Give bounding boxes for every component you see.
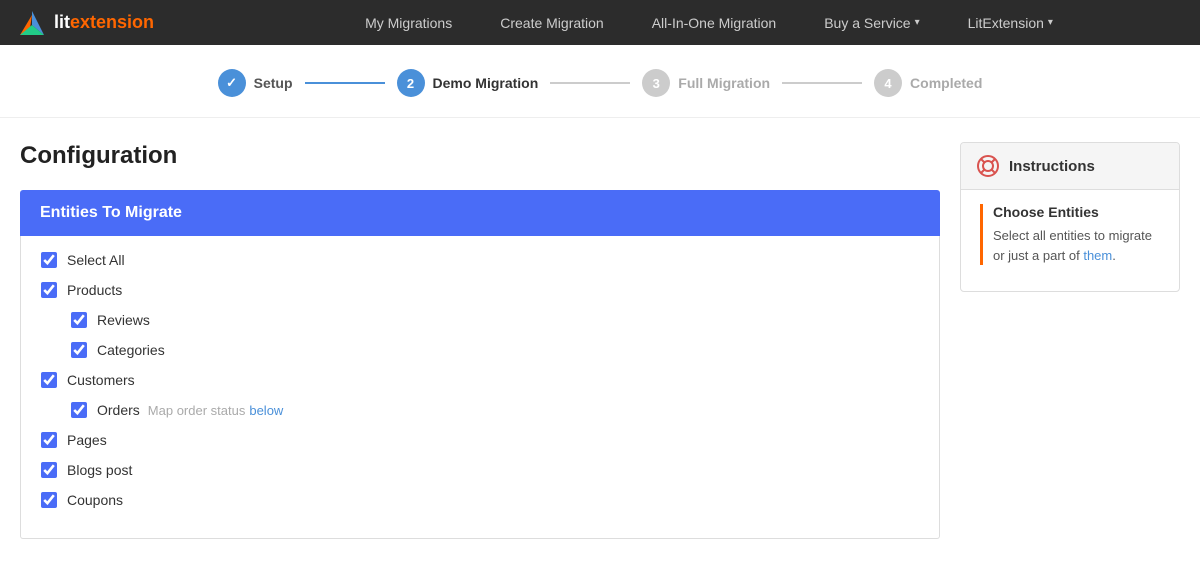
checkbox-select-all[interactable] bbox=[41, 252, 57, 268]
step-full-circle: 3 bbox=[642, 69, 670, 97]
label-categories[interactable]: Categories bbox=[97, 342, 165, 358]
label-coupons[interactable]: Coupons bbox=[67, 492, 123, 508]
checkbox-categories-row: Categories bbox=[41, 342, 919, 358]
label-customers[interactable]: Customers bbox=[67, 372, 135, 388]
checkbox-reviews-row: Reviews bbox=[41, 312, 919, 328]
right-panel: Instructions Choose Entities Select all … bbox=[960, 142, 1180, 539]
nav-create-migration[interactable]: Create Migration bbox=[476, 0, 628, 45]
step-setup-label: Setup bbox=[254, 75, 293, 91]
instructions-body: Choose Entities Select all entities to m… bbox=[961, 190, 1179, 291]
step-setup: ✓ Setup bbox=[218, 69, 293, 97]
logo-ext: extension bbox=[70, 12, 154, 33]
section-body-text2: . bbox=[1112, 248, 1116, 263]
entities-body: Select All Products Reviews Categories C… bbox=[20, 236, 940, 539]
label-pages[interactable]: Pages bbox=[67, 432, 107, 448]
step-line-2 bbox=[550, 82, 630, 84]
map-order-link[interactable]: below bbox=[249, 403, 283, 418]
checkbox-select-all-row: Select All bbox=[41, 252, 919, 268]
step-demo-circle: 2 bbox=[397, 69, 425, 97]
lifesaver-icon bbox=[977, 155, 999, 177]
checkbox-orders-row: Orders Map order status below bbox=[41, 402, 919, 418]
instructions-header: Instructions bbox=[961, 143, 1179, 190]
label-reviews[interactable]: Reviews bbox=[97, 312, 150, 328]
step-line-1 bbox=[305, 82, 385, 84]
step-full: 3 Full Migration bbox=[642, 69, 770, 97]
step-line-3 bbox=[782, 82, 862, 84]
instructions-section-title: Choose Entities bbox=[993, 204, 1163, 220]
step-full-label: Full Migration bbox=[678, 75, 770, 91]
section-body-text1: Select all entities to migrate or just a… bbox=[993, 228, 1152, 263]
steps-bar: ✓ Setup 2 Demo Migration 3 Full Migratio… bbox=[0, 45, 1200, 118]
entities-header: Entities To Migrate bbox=[20, 190, 940, 236]
navbar: litextension My Migrations Create Migrat… bbox=[0, 0, 1200, 45]
main-content: Configuration Entities To Migrate Select… bbox=[0, 118, 1200, 539]
checkbox-pages-row: Pages bbox=[41, 432, 919, 448]
logo-lit: lit bbox=[54, 12, 70, 33]
step-completed-circle: 4 bbox=[874, 69, 902, 97]
page-title: Configuration bbox=[20, 142, 940, 170]
nav-litextension[interactable]: LitExtension▾ bbox=[944, 0, 1077, 45]
label-blogs[interactable]: Blogs post bbox=[67, 462, 132, 478]
step-demo: 2 Demo Migration bbox=[397, 69, 539, 97]
checkbox-categories[interactable] bbox=[71, 342, 87, 358]
instructions-box: Instructions Choose Entities Select all … bbox=[960, 142, 1180, 292]
checkbox-products[interactable] bbox=[41, 282, 57, 298]
checkbox-coupons[interactable] bbox=[41, 492, 57, 508]
nav-buy-service[interactable]: Buy a Service▾ bbox=[800, 0, 943, 45]
checkbox-coupons-row: Coupons bbox=[41, 492, 919, 508]
section-body-link[interactable]: them bbox=[1083, 248, 1112, 263]
checkbox-customers[interactable] bbox=[41, 372, 57, 388]
checkbox-pages[interactable] bbox=[41, 432, 57, 448]
step-demo-label: Demo Migration bbox=[433, 75, 539, 91]
checkbox-customers-row: Customers bbox=[41, 372, 919, 388]
checkbox-blogs[interactable] bbox=[41, 462, 57, 478]
label-select-all[interactable]: Select All bbox=[67, 252, 125, 268]
litextension-caret: ▾ bbox=[1048, 17, 1053, 28]
nav-all-in-one[interactable]: All-In-One Migration bbox=[628, 0, 801, 45]
nav-my-migrations[interactable]: My Migrations bbox=[341, 0, 476, 45]
nav-links: My Migrations Create Migration All-In-On… bbox=[234, 0, 1184, 45]
instructions-section-body: Select all entities to migrate or just a… bbox=[993, 226, 1163, 265]
instructions-section: Choose Entities Select all entities to m… bbox=[980, 204, 1163, 265]
instructions-title: Instructions bbox=[1009, 158, 1095, 175]
checkbox-products-row: Products bbox=[41, 282, 919, 298]
checkbox-orders[interactable] bbox=[71, 402, 87, 418]
step-setup-circle: ✓ bbox=[218, 69, 246, 97]
map-order-text: Map order status bbox=[148, 403, 246, 418]
label-products[interactable]: Products bbox=[67, 282, 122, 298]
step-completed-label: Completed bbox=[910, 75, 982, 91]
left-panel: Configuration Entities To Migrate Select… bbox=[20, 142, 940, 539]
label-orders[interactable]: Orders bbox=[97, 402, 140, 418]
buy-service-caret: ▾ bbox=[915, 17, 920, 28]
logo[interactable]: litextension bbox=[16, 7, 194, 39]
checkbox-blogs-row: Blogs post bbox=[41, 462, 919, 478]
step-completed: 4 Completed bbox=[874, 69, 982, 97]
checkbox-reviews[interactable] bbox=[71, 312, 87, 328]
